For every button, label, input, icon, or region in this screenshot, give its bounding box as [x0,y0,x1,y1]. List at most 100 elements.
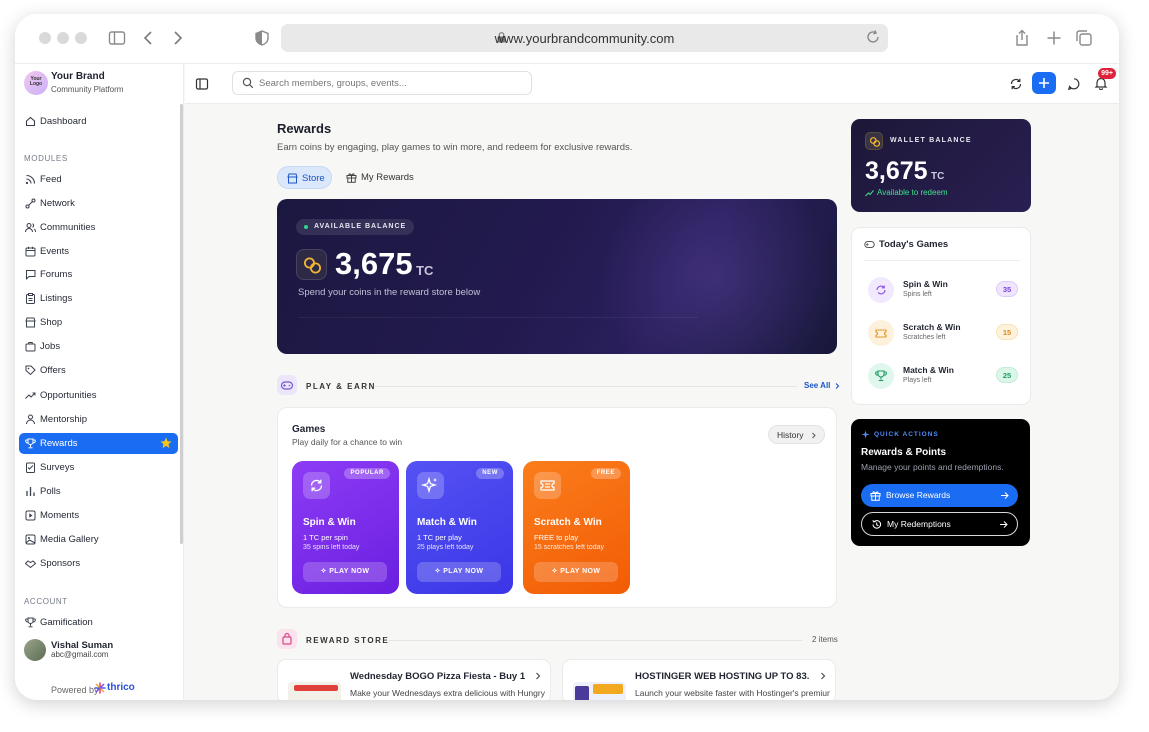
sidebar-item-communities[interactable]: Communities [19,217,178,238]
sidebar-item-listings[interactable]: Listings [19,288,178,309]
create-button[interactable] [1032,72,1056,94]
image-icon [25,534,36,545]
tab-store[interactable]: Store [277,166,332,189]
refresh-icon[interactable] [1009,77,1023,91]
brand-logo[interactable]: Your Logo [24,71,48,95]
sidebar-item-dashboard[interactable]: Dashboard [19,111,178,132]
tabs-overview-icon[interactable] [1074,28,1094,48]
coins-icon [865,132,883,150]
balance-hero-card: AVAILABLE BALANCE 3,675 TC Spend your co… [277,199,837,354]
shield-icon[interactable] [252,28,272,48]
history-label: History [777,430,804,440]
play-now-button[interactable]: ✧ PLAY NOW [534,562,618,582]
sidebar-item-polls[interactable]: Polls [19,481,178,502]
sidebar-item-opportunities[interactable]: Opportunities [19,385,178,406]
game-card-match[interactable]: NEW Match & Win 1 TC per play 25 plays l… [406,461,513,594]
history-icon [871,519,882,530]
reload-icon[interactable] [865,29,881,45]
address-bar[interactable]: www.yourbrandcommunity.com [281,24,888,52]
share-icon[interactable] [1012,28,1032,48]
game-name: Spin & Win [903,279,948,289]
powered-by-brand[interactable]: thrico [107,682,135,693]
game-remaining: 35 spins left today [303,544,360,551]
thumbnail-banner [294,685,338,691]
play-now-button[interactable]: ✧ PLAY NOW [417,562,501,582]
window-zoom-dot[interactable] [75,32,87,44]
rss-icon [25,174,36,185]
window-close-dot[interactable] [39,32,51,44]
new-tab-icon[interactable] [1044,28,1064,48]
sidebar-item-label: Forums [40,269,73,280]
todays-game-row[interactable]: Match & Win Plays left 25 [868,362,1018,392]
back-icon[interactable] [139,28,159,48]
chevron-right-icon [810,432,817,439]
sidebar-item-rewards[interactable]: Rewards [19,433,178,454]
panel-toggle-icon[interactable] [195,77,209,91]
game-badge: POPULAR [344,468,390,479]
search-input[interactable] [259,76,519,91]
play-earn-heading: PLAY & EARN [306,382,376,391]
todays-games-card: Today's Games Spin & Win Spins left 35 S… [851,227,1031,405]
arrow-right-icon [1000,491,1009,500]
forward-icon[interactable] [167,28,187,48]
window-minimize-dot[interactable] [57,32,69,44]
sidebar-item-feed[interactable]: Feed [19,169,178,190]
hero-divider [298,317,698,318]
browse-rewards-button[interactable]: Browse Rewards [861,484,1018,507]
history-button[interactable]: History [768,425,825,444]
tab-my-rewards[interactable]: My Rewards [337,166,417,189]
game-card-scratch[interactable]: FREE Scratch & Win FREE to play 15 scrat… [523,461,630,594]
sidebar-toggle-icon[interactable] [107,28,127,48]
reward-title: HOSTINGER WEB HOSTING UP TO 83... [635,671,810,682]
section-divider [375,386,797,387]
todays-game-row[interactable]: Spin & Win Spins left 35 [868,276,1018,306]
sidebar-item-sponsors[interactable]: Sponsors [19,553,178,574]
sidebar-item-events[interactable]: Events [19,241,178,262]
wallet-unit: TC [931,171,945,182]
tab-label: My Rewards [361,172,414,183]
messages-icon[interactable] [1067,77,1081,91]
gift-icon [346,172,357,183]
sidebar-item-offers[interactable]: Offers [19,360,178,381]
sidebar-item-label: Polls [40,486,61,497]
account-heading: ACCOUNT [24,597,68,606]
game-name: Scratch & Win [534,517,602,528]
sidebar-item-label: Feed [40,174,62,185]
game-remaining-label: Plays left [903,377,932,384]
sidebar-item-moments[interactable]: Moments [19,505,178,526]
play-now-label: PLAY NOW [329,568,370,575]
play-now-button[interactable]: ✧ PLAY NOW [303,562,387,582]
wallet-amount: 3,675 [865,157,928,185]
gift-icon [870,490,881,501]
game-card-spin[interactable]: POPULAR Spin & Win 1 TC per spin 35 spin… [292,461,399,594]
sidebar-item-label: Surveys [40,462,75,473]
reward-item-card[interactable]: Wednesday BOGO Pizza Fiesta - Buy 1... M… [277,659,551,700]
sidebar-item-media-gallery[interactable]: Media Gallery [19,529,178,550]
sidebar-item-gamification[interactable]: Gamification [19,612,178,633]
balance-subtitle: Spend your coins in the reward store bel… [298,287,481,298]
remaining-count-badge: 35 [996,281,1018,297]
avatar[interactable] [24,639,46,661]
wallet-label: WALLET BALANCE [890,137,972,144]
sidebar-item-surveys[interactable]: Surveys [19,457,178,478]
sidebar-item-shop[interactable]: Shop [19,312,178,333]
sidebar-item-label: Jobs [40,341,61,352]
remaining-count-badge: 15 [996,324,1018,340]
reward-store-heading: REWARD STORE [306,636,390,645]
search-icon [242,77,254,89]
sidebar-item-forums[interactable]: Forums [19,264,178,285]
sidebar-scrollbar[interactable] [180,104,183,544]
sidebar-item-jobs[interactable]: Jobs [19,336,178,357]
sidebar-item-label: Offers [40,365,66,376]
search-box[interactable] [232,71,532,95]
reward-item-card[interactable]: HOSTINGER WEB HOSTING UP TO 83... Launch… [562,659,836,700]
see-all-link[interactable]: See All [804,381,841,390]
todays-game-row[interactable]: Scratch & Win Scratches left 15 [868,319,1018,349]
chevron-right-icon [833,382,841,390]
store-bag-icon [277,629,297,649]
sidebar-item-network[interactable]: Network [19,193,178,214]
sidebar-item-label: Moments [40,510,80,521]
sidebar-item-mentorship[interactable]: Mentorship [19,409,178,430]
spin-icon [303,472,330,499]
my-redemptions-button[interactable]: My Redemptions [861,512,1018,536]
